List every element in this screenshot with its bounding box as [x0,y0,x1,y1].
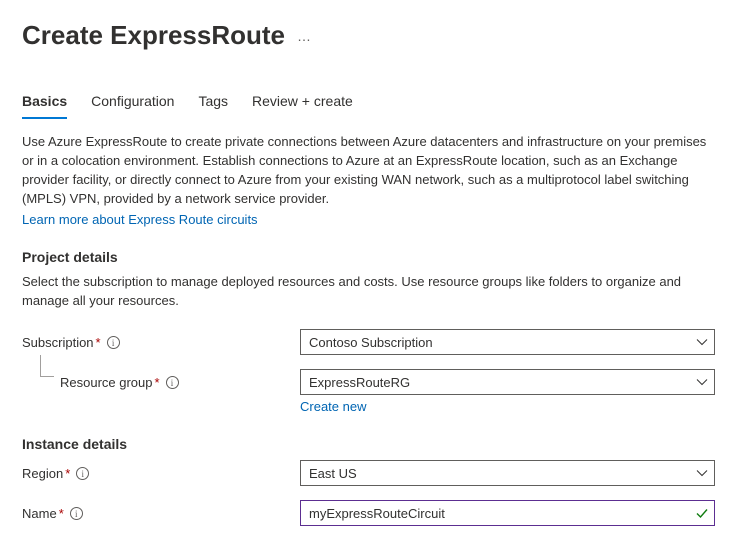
name-row: Name * i [22,500,715,526]
info-icon[interactable]: i [166,376,179,389]
tab-basics[interactable]: Basics [22,87,67,119]
info-icon[interactable]: i [70,507,83,520]
chevron-down-icon [696,467,708,479]
check-icon [695,506,709,520]
indent-connector [40,355,54,377]
region-select[interactable]: East US [300,460,715,486]
page-description: Use Azure ExpressRoute to create private… [22,133,715,208]
instance-details-section: Instance details Region * i East US Name… [22,436,715,526]
region-label: Region [22,466,63,481]
subscription-label: Subscription [22,335,94,350]
page-title: Create ExpressRoute [22,20,285,51]
region-value: East US [309,466,357,481]
tab-bar: Basics Configuration Tags Review + creat… [22,87,715,119]
region-row: Region * i East US [22,460,715,486]
create-new-link[interactable]: Create new [300,399,366,414]
project-details-section: Project details Select the subscription … [22,249,715,414]
tab-configuration[interactable]: Configuration [91,87,174,119]
resource-group-row: Resource group * i ExpressRouteRG Create… [22,369,715,414]
tab-review-create[interactable]: Review + create [252,87,353,119]
more-actions-button[interactable]: … [297,28,312,44]
chevron-down-icon [696,376,708,388]
chevron-down-icon [696,336,708,348]
instance-details-title: Instance details [22,436,715,452]
resource-group-value: ExpressRouteRG [309,375,410,390]
resource-group-select[interactable]: ExpressRouteRG [300,369,715,395]
info-icon[interactable]: i [107,336,120,349]
required-star: * [155,375,160,390]
resource-group-label: Resource group [60,375,153,390]
info-icon[interactable]: i [76,467,89,480]
required-star: * [59,506,64,521]
name-input[interactable] [300,500,715,526]
name-label: Name [22,506,57,521]
project-details-desc: Select the subscription to manage deploy… [22,273,715,311]
project-details-title: Project details [22,249,715,265]
subscription-select[interactable]: Contoso Subscription [300,329,715,355]
tab-tags[interactable]: Tags [198,87,228,119]
subscription-value: Contoso Subscription [309,335,433,350]
learn-more-link[interactable]: Learn more about Express Route circuits [22,212,258,227]
required-star: * [96,335,101,350]
required-star: * [65,466,70,481]
subscription-row: Subscription * i Contoso Subscription [22,329,715,355]
